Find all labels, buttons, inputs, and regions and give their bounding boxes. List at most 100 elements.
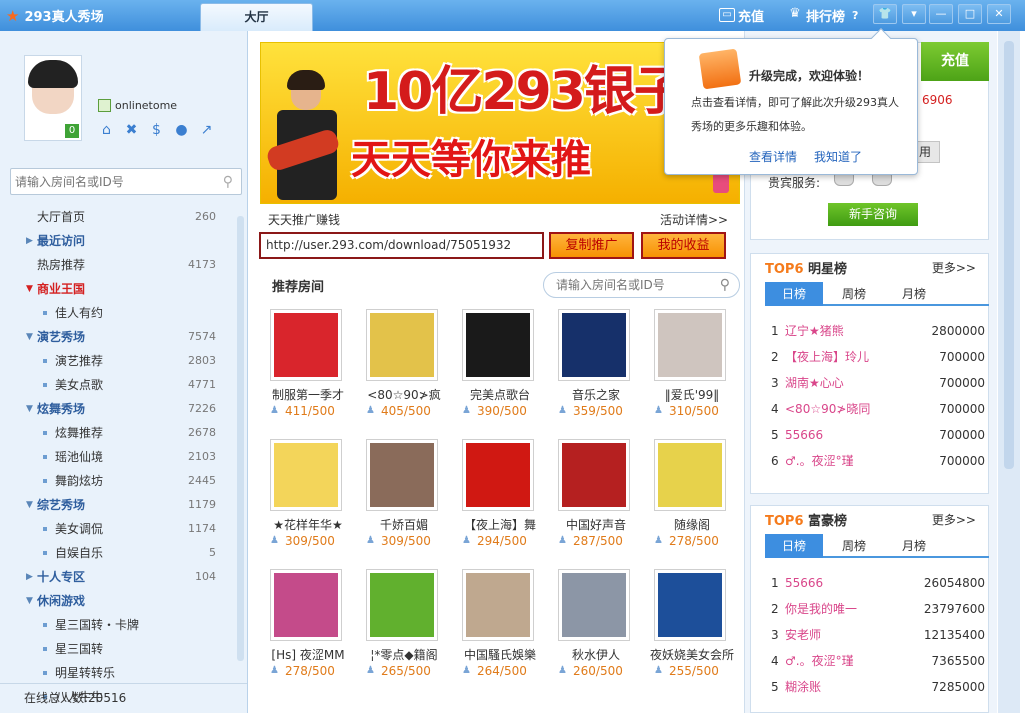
room-thumbnail[interactable] xyxy=(654,439,726,511)
room-card[interactable]: ‖爱氏'99‖ ♟ 310/500 xyxy=(646,309,742,429)
sidebar-item[interactable]: 炫舞推荐 2678 xyxy=(0,421,236,445)
rank-name[interactable]: 湖南★心心 xyxy=(785,370,844,396)
rank-name[interactable]: 【夜上海】玲儿 xyxy=(785,344,869,370)
rank-row[interactable]: 1 辽宁★猪熊 2800000 xyxy=(771,318,985,344)
rank-row[interactable]: 2 你是我的唯一 23797600 xyxy=(771,596,985,622)
sidebar-item[interactable]: 瑶池仙境 2103 xyxy=(0,445,236,469)
sidebar-item[interactable]: ▶ 十人专区 104 xyxy=(0,565,236,589)
recharge-button[interactable]: 充值 xyxy=(921,42,989,81)
room-card[interactable]: 中国騷氏娛樂 ♟ 264/500 xyxy=(454,569,550,689)
skin-icon[interactable]: 👕 xyxy=(873,4,897,24)
rank-name[interactable]: ♂.。夜涩°瑾 xyxy=(785,648,854,674)
room-thumbnail[interactable] xyxy=(462,309,534,381)
room-name[interactable]: 夜妖娆美女会所 xyxy=(642,646,742,663)
rich-rank-more-link[interactable]: 更多>> xyxy=(932,511,976,528)
room-name[interactable]: 中国好声音 xyxy=(546,516,646,533)
menu-icon[interactable]: ▾ xyxy=(902,4,926,24)
help-icon[interactable]: ? xyxy=(852,5,858,25)
star-rank-more-link[interactable]: 更多>> xyxy=(932,259,976,276)
sidebar-item[interactable]: 自娱自乐 5 xyxy=(0,541,236,565)
rank-row[interactable]: 5 糊涂账 7285000 xyxy=(771,674,985,700)
room-card[interactable]: <80☆90≯疯 ♟ 405/500 xyxy=(358,309,454,429)
copy-promo-button[interactable]: 复制推广 xyxy=(549,232,634,259)
room-card[interactable]: 夜妖娆美女会所 ♟ 255/500 xyxy=(646,569,742,689)
sidebar-item[interactable]: ▼ 综艺秀场 1179 xyxy=(0,493,236,517)
room-thumbnail[interactable] xyxy=(558,569,630,641)
room-card[interactable]: ★花样年华★ ♟ 309/500 xyxy=(262,439,358,559)
rank-tab[interactable]: 月榜 xyxy=(885,534,943,558)
room-thumbnail[interactable] xyxy=(270,309,342,381)
tools-icon[interactable]: ✖ xyxy=(123,123,140,138)
rank-row[interactable]: 3 湖南★心心 700000 xyxy=(771,370,985,396)
rank-tab[interactable]: 日榜 xyxy=(765,282,823,306)
room-name[interactable]: 音乐之家 xyxy=(546,386,646,403)
sidebar-item[interactable]: ▼ 炫舞秀场 7226 xyxy=(0,397,236,421)
room-card[interactable]: ¦*零点◆籍阁 ♟ 265/500 xyxy=(358,569,454,689)
home-icon[interactable]: ⌂ xyxy=(98,123,115,138)
recharge-toolbar-button[interactable]: ▭ 充值 xyxy=(719,5,764,25)
room-thumbnail[interactable] xyxy=(654,309,726,381)
room-thumbnail[interactable] xyxy=(462,569,534,641)
sidebar-scrollbar[interactable] xyxy=(237,216,244,661)
sidebar-item[interactable]: 演艺推荐 2803 xyxy=(0,349,236,373)
money-icon[interactable]: $ xyxy=(148,123,165,138)
room-name[interactable]: [Hs] 夜涩MM xyxy=(258,646,358,663)
sidebar-item[interactable]: 热房推荐 4173 xyxy=(0,253,236,277)
room-name[interactable]: 【夜上海】舞 xyxy=(450,516,550,533)
room-search-input[interactable] xyxy=(11,169,211,194)
view-details-link[interactable]: 查看详情 xyxy=(749,148,797,165)
sidebar-item[interactable]: 明星转转乐 xyxy=(0,661,236,685)
search-icon[interactable]: ⚲ xyxy=(223,174,233,190)
room-card[interactable]: [Hs] 夜涩MM ♟ 278/500 xyxy=(262,569,358,689)
room-thumbnail[interactable] xyxy=(558,309,630,381)
rank-row[interactable]: 5 55666 700000 xyxy=(771,422,985,448)
got-it-link[interactable]: 我知道了 xyxy=(814,148,862,165)
room-name[interactable]: 秋水伊人 xyxy=(546,646,646,663)
sidebar-item[interactable]: 星三国转 xyxy=(0,637,236,661)
sidebar-item[interactable]: ▼ 休闲游戏 xyxy=(0,589,236,613)
room-name[interactable]: <80☆90≯疯 xyxy=(354,386,454,403)
rank-row[interactable]: 3 安老师 12135400 xyxy=(771,622,985,648)
main-scrollbar[interactable] xyxy=(998,31,1020,713)
rank-name[interactable]: 安老师 xyxy=(785,622,821,648)
room-card[interactable]: 中国好声音 ♟ 287/500 xyxy=(550,439,646,559)
room-thumbnail[interactable] xyxy=(366,439,438,511)
room-card[interactable]: 音乐之家 ♟ 359/500 xyxy=(550,309,646,429)
room-card[interactable]: 千娇百媚 ♟ 309/500 xyxy=(358,439,454,559)
room-name[interactable]: ‖爱氏'99‖ xyxy=(642,386,742,403)
my-earnings-button[interactable]: 我的收益 xyxy=(641,232,726,259)
room-name[interactable]: ¦*零点◆籍阁 xyxy=(354,646,454,663)
room-name[interactable]: 中国騷氏娛樂 xyxy=(450,646,550,663)
rank-row[interactable]: 1 55666 26054800 xyxy=(771,570,985,596)
sidebar-item[interactable]: 大厅首页 260 xyxy=(0,205,236,229)
scrollbar-thumb[interactable] xyxy=(1004,41,1014,469)
room-thumbnail[interactable] xyxy=(654,569,726,641)
room-card[interactable]: 【夜上海】舞 ♟ 294/500 xyxy=(454,439,550,559)
avatar[interactable]: 0 xyxy=(24,55,82,141)
close-icon[interactable]: ✕ xyxy=(987,4,1011,24)
sidebar-item[interactable]: 佳人有约 xyxy=(0,301,236,325)
room-name[interactable]: 千娇百媚 xyxy=(354,516,454,533)
rank-tab[interactable]: 日榜 xyxy=(765,534,823,558)
rank-name[interactable]: 55666 xyxy=(785,422,823,448)
room-card[interactable]: 制服第一季才 ♟ 411/500 xyxy=(262,309,358,429)
tab-hall[interactable]: 大厅 xyxy=(200,3,313,31)
room-thumbnail[interactable] xyxy=(558,439,630,511)
sidebar-item[interactable]: 星三国转・卡牌 xyxy=(0,613,236,637)
maximize-icon[interactable]: □ xyxy=(958,4,982,24)
rank-name[interactable]: ♂.。夜涩°瑾 xyxy=(785,448,854,474)
share-icon[interactable]: ↗ xyxy=(198,123,215,138)
rank-tab[interactable]: 月榜 xyxy=(885,282,943,306)
rank-name[interactable]: 55666 xyxy=(785,570,823,596)
rank-name[interactable]: 你是我的唯一 xyxy=(785,596,857,622)
main-search-input[interactable] xyxy=(544,273,704,297)
sidebar-item[interactable]: ▼ 商业王国 xyxy=(0,277,236,301)
room-name[interactable]: 完美点歌台 xyxy=(450,386,550,403)
rank-tab[interactable]: 周榜 xyxy=(825,282,883,306)
newbie-consult-button[interactable]: 新手咨询 xyxy=(828,203,918,226)
sidebar-item[interactable]: ▼ 演艺秀场 7574 xyxy=(0,325,236,349)
sidebar-item[interactable]: 舞韵炫坊 2445 xyxy=(0,469,236,493)
rank-row[interactable]: 2 【夜上海】玲儿 700000 xyxy=(771,344,985,370)
rank-name[interactable]: <80☆90≯晓同 xyxy=(785,396,870,422)
room-thumbnail[interactable] xyxy=(270,569,342,641)
